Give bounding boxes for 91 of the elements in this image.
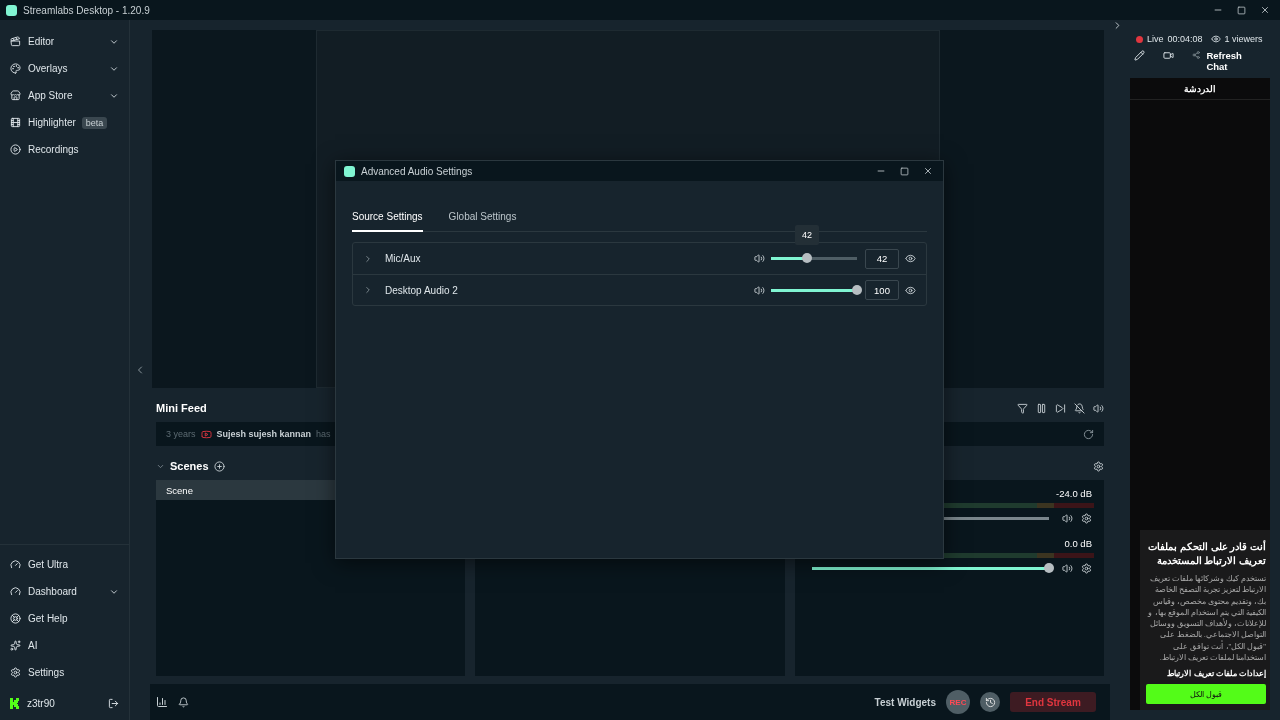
dialog-title: Advanced Audio Settings (361, 165, 474, 177)
live-time: 00:04:08 (1167, 34, 1203, 44)
sidebar-label: Overlays (28, 63, 68, 74)
db-reading: -24.0 dB (1056, 488, 1092, 499)
live-dot (1136, 35, 1143, 43)
viewer-count: 1 viewers (1224, 34, 1263, 44)
logout-icon[interactable] (108, 697, 119, 709)
sidebar-label: Get Ultra (28, 559, 68, 570)
speaker-icon[interactable] (1062, 562, 1073, 574)
settings-icon (10, 667, 21, 678)
slider-thumb[interactable] (1044, 562, 1054, 573)
source-name: Mic/Aux (385, 253, 422, 264)
event-text: has (316, 429, 331, 439)
event-time: 3 years (166, 429, 196, 439)
sidebar-item[interactable]: AI (0, 632, 129, 659)
chat-title: الدردشة (1130, 78, 1270, 100)
bar-chart-icon[interactable] (156, 696, 168, 708)
refresh-icon[interactable] (1083, 428, 1094, 440)
expand-icon[interactable] (363, 285, 373, 295)
maximize-icon (1237, 5, 1246, 15)
sidebar-item[interactable]: Recordings (0, 136, 129, 163)
db-reading: 0.0 dB (1064, 538, 1092, 549)
sidebar-item[interactable]: Settings (0, 659, 129, 686)
sidebar-item[interactable]: Get Ultra (0, 551, 129, 578)
tab[interactable]: Global Settings (448, 201, 517, 232)
viewers-icon (1210, 34, 1221, 44)
volume-input[interactable]: 42 (865, 248, 899, 269)
app-logo (344, 165, 355, 177)
cookie-title: أنت قادر على التحكم بملفات تعريف الارتباط المستخدمة (1147, 540, 1266, 567)
slider-thumb[interactable] (852, 284, 862, 295)
sidebar-label: Highlighter (28, 117, 76, 128)
pause-icon[interactable] (1036, 402, 1047, 414)
sidebar-label: Settings (28, 667, 65, 678)
maximize-icon (900, 166, 909, 176)
filter-icon[interactable] (1017, 402, 1028, 414)
sidebar-label: Recordings (28, 144, 79, 155)
refresh-chat-button[interactable]: Refresh Chat (1192, 50, 1256, 72)
bell-off-icon[interactable] (1074, 402, 1085, 414)
cookie-settings-link[interactable]: إعدادات ملفات تعريف الارتباط (1146, 669, 1266, 678)
bell-icon[interactable] (178, 696, 189, 708)
close-icon (1260, 5, 1270, 15)
speaker-icon[interactable] (1062, 512, 1073, 524)
replay-button[interactable] (980, 692, 1000, 712)
camera-icon[interactable] (1163, 50, 1174, 61)
share-icon (1192, 50, 1201, 60)
settings-icon[interactable] (1081, 562, 1092, 574)
sidebar-label: AI (28, 640, 38, 651)
speaker-icon[interactable] (754, 253, 765, 264)
scenes-title: Scenes (170, 460, 209, 472)
help-icon (10, 613, 21, 624)
event-user: Sujesh sujesh kannan (216, 429, 312, 439)
volume-input[interactable]: 100 (865, 280, 899, 300)
test-widgets-button[interactable]: Test Widgets (874, 696, 936, 708)
accept-button[interactable]: قبول الكل (1146, 684, 1266, 704)
app-logo (6, 4, 17, 16)
sidebar-item[interactable]: App Store (0, 82, 129, 109)
sidebar-label: Get Help (28, 613, 68, 624)
visibility-icon[interactable] (905, 284, 916, 296)
sidebar-item[interactable]: Highlighter beta (0, 109, 129, 136)
play-badge-icon (200, 428, 212, 440)
mini-feed-title: Mini Feed (156, 402, 208, 414)
settings-icon[interactable] (1093, 460, 1104, 472)
store-icon (10, 90, 21, 101)
settings-icon[interactable] (1081, 512, 1092, 524)
add-icon[interactable] (213, 460, 225, 472)
volume-icon[interactable] (1093, 402, 1104, 414)
recordings-icon (10, 144, 21, 155)
sidebar-item[interactable]: Editor (0, 28, 129, 55)
live-label: Live (1147, 34, 1164, 44)
k-logo-icon (10, 697, 20, 709)
skip-icon[interactable] (1055, 402, 1066, 414)
beta-badge: beta (81, 116, 108, 129)
sidebar-label: Editor (28, 36, 55, 47)
close-icon (923, 166, 933, 176)
speaker-icon[interactable] (754, 284, 765, 296)
sidebar-label: Dashboard (28, 586, 77, 597)
value-tooltip: 42 (795, 225, 820, 245)
ai-icon (10, 640, 21, 651)
sidebar-item[interactable]: Overlays (0, 55, 129, 82)
visibility-icon[interactable] (905, 253, 916, 264)
expand-icon[interactable] (363, 253, 373, 264)
username: z3tr90 (27, 697, 56, 709)
source-name: Desktop Audio 2 (385, 284, 459, 296)
slider-thumb[interactable] (802, 253, 813, 263)
sidebar-label: App Store (28, 90, 73, 101)
window-title: Streamlabs Desktop - 1.20.9 (23, 4, 151, 16)
edit-icon[interactable] (1134, 50, 1145, 61)
sidebar-item[interactable]: Dashboard (0, 578, 129, 605)
sidebar-item[interactable]: Get Help (0, 605, 129, 632)
tab[interactable]: Source Settings (352, 201, 423, 232)
history-icon (984, 696, 996, 708)
